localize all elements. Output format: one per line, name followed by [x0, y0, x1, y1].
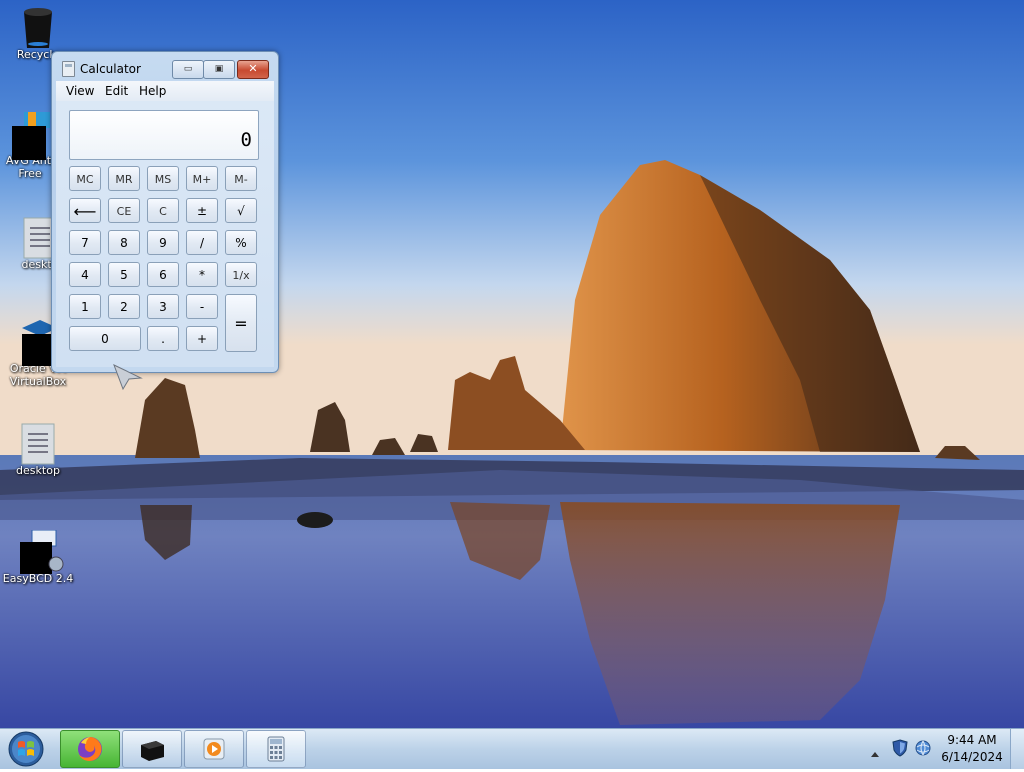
key-plus-minus[interactable]: ± [186, 198, 218, 223]
clock-time[interactable]: 9:44 AM [937, 733, 1007, 747]
key-divide[interactable]: / [186, 230, 218, 255]
firefox-icon [78, 737, 102, 761]
minimize-button[interactable]: ▭ [172, 60, 204, 79]
key-7[interactable]: 7 [69, 230, 101, 255]
key-ce[interactable]: CE [108, 198, 140, 223]
avg-antivirus-icon [12, 112, 50, 160]
key-mr[interactable]: MR [108, 166, 140, 191]
terminal-icon [141, 741, 164, 761]
window-title: Calculator [80, 62, 141, 76]
show-desktop-button[interactable] [1010, 729, 1024, 769]
menu-bar: View Edit Help [56, 81, 274, 101]
display-value: 0 [240, 129, 252, 151]
recycle-bin-icon [20, 6, 56, 48]
windows-logo-icon [8, 731, 44, 767]
key-4[interactable]: 4 [69, 262, 101, 287]
key-0[interactable]: 0 [69, 326, 141, 351]
taskbar-firefox-button[interactable] [60, 730, 120, 768]
key-ms[interactable]: MS [147, 166, 179, 191]
easybcd-icon [20, 529, 64, 574]
media-player-icon [203, 738, 225, 760]
key-mc[interactable]: MC [69, 166, 101, 191]
security-shield-icon[interactable] [892, 739, 908, 761]
key-6[interactable]: 6 [147, 262, 179, 287]
key-3[interactable]: 3 [147, 294, 179, 319]
key-1[interactable]: 1 [69, 294, 101, 319]
start-button[interactable] [4, 730, 48, 768]
desktop-icon-easybcd[interactable]: EasyBCD 2.4 [2, 529, 74, 585]
desktop-icon-desktop[interactable]: desktop [2, 422, 74, 477]
menu-edit[interactable]: Edit [105, 84, 128, 98]
mouse-cursor-icon [113, 364, 143, 394]
key-5[interactable]: 5 [108, 262, 140, 287]
text-file-icon [20, 422, 56, 465]
menu-view[interactable]: View [66, 84, 94, 98]
key-reciprocal[interactable]: 1/x [225, 262, 257, 287]
calculator-titlebar[interactable]: Calculator ▭ ▣ ✕ [52, 52, 278, 82]
calculator-body: 0 MC MR MS M+ M- ⟵ CE C ± √ 7 8 9 / % 4 … [56, 101, 274, 367]
calculator-display: 0 [69, 110, 259, 160]
key-backspace[interactable]: ⟵ [69, 198, 101, 223]
calculator-icon [267, 736, 285, 762]
taskbar-media-player-button[interactable] [184, 730, 244, 768]
menu-help[interactable]: Help [139, 84, 166, 98]
key-add[interactable]: + [186, 326, 218, 351]
show-hidden-icons-chevron-up-icon[interactable] [870, 743, 880, 762]
maximize-button[interactable]: ▣ [203, 60, 235, 79]
key-m-minus[interactable]: M- [225, 166, 257, 191]
clock-date[interactable]: 6/14/2024 [937, 750, 1007, 764]
key-equals[interactable]: = [225, 294, 257, 352]
key-m-plus[interactable]: M+ [186, 166, 218, 191]
calculator-icon [62, 61, 75, 77]
key-8[interactable]: 8 [108, 230, 140, 255]
taskbar-calculator-button[interactable] [246, 730, 306, 768]
key-2[interactable]: 2 [108, 294, 140, 319]
calculator-window[interactable]: Calculator ▭ ▣ ✕ View Edit Help 0 MC MR … [51, 51, 279, 373]
key-multiply[interactable]: * [186, 262, 218, 287]
key-subtract[interactable]: - [186, 294, 218, 319]
close-button[interactable]: ✕ [237, 60, 269, 79]
key-sqrt[interactable]: √ [225, 198, 257, 223]
taskbar: 9:44 AM 6/14/2024 [0, 728, 1024, 769]
network-globe-icon[interactable] [914, 739, 932, 761]
key-decimal[interactable]: . [147, 326, 179, 351]
key-9[interactable]: 9 [147, 230, 179, 255]
key-percent[interactable]: % [225, 230, 257, 255]
taskbar-terminal-button[interactable] [122, 730, 182, 768]
key-c[interactable]: C [147, 198, 179, 223]
